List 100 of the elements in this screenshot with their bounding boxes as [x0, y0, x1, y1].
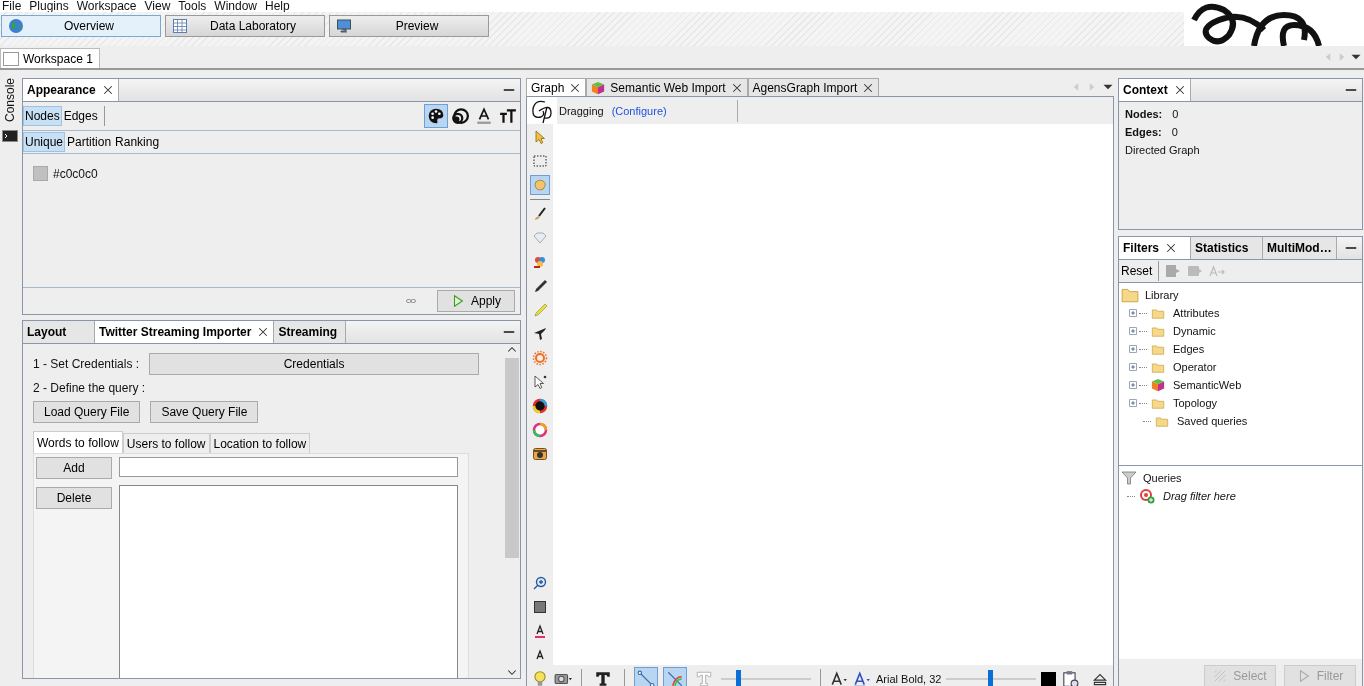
mode-tab[interactable]: Ranking — [113, 132, 162, 152]
query-file-button[interactable]: Save Query File — [150, 401, 259, 423]
perspective-tab[interactable]: Data Laboratory — [165, 15, 325, 37]
folder-icon — [1151, 324, 1165, 338]
close-icon[interactable] — [730, 81, 743, 94]
reset-button[interactable]: Reset — [1121, 264, 1153, 278]
slider-thumb[interactable] — [988, 670, 994, 686]
menu-item[interactable]: Workspace — [76, 0, 137, 12]
menu-item[interactable]: File — [2, 0, 22, 12]
edges-label: Edges: — [1125, 126, 1162, 138]
close-icon[interactable] — [257, 326, 270, 338]
square-icon — [532, 599, 548, 615]
panel-tab[interactable]: Appearance — [23, 79, 119, 101]
paint-icon — [532, 254, 548, 270]
close-icon[interactable] — [862, 81, 875, 94]
property-button[interactable] — [424, 104, 448, 128]
color-swatch[interactable] — [33, 166, 48, 181]
mode-tab[interactable]: Partition — [65, 132, 114, 152]
tree-item[interactable]: Dynamic — [1173, 325, 1216, 337]
credentials-button[interactable]: Credentials — [149, 353, 480, 375]
toggle-button[interactable] — [663, 667, 687, 686]
query-tab[interactable]: Words to follow — [33, 431, 123, 453]
slider-thumb[interactable] — [736, 670, 742, 686]
tree-item[interactable]: SemanticWeb — [1173, 379, 1242, 391]
editor-tab[interactable]: Semantic Web Import — [586, 78, 748, 96]
toggle-button[interactable] — [634, 667, 658, 686]
tree-item[interactable]: Operator — [1173, 361, 1217, 373]
expand-icon[interactable] — [1127, 343, 1139, 355]
close-icon[interactable] — [1165, 242, 1177, 254]
workspace-tab[interactable]: Workspace 1 — [0, 48, 100, 68]
tree-item[interactable]: Queries — [1143, 472, 1182, 484]
brush-icon — [532, 206, 548, 222]
target-tab[interactable]: Edges — [61, 106, 100, 126]
panel-tab[interactable]: Context — [1119, 79, 1191, 101]
close-icon[interactable] — [1173, 84, 1186, 96]
folder-icon — [1151, 306, 1165, 320]
tree-item[interactable]: Edges — [1173, 343, 1205, 355]
mode-tab[interactable]: Unique — [23, 132, 66, 152]
perspective-tab[interactable]: Overview — [1, 15, 161, 37]
perspective-tab[interactable]: Preview — [329, 15, 489, 37]
dashed-rectangle-icon — [532, 153, 548, 169]
apply-button[interactable]: Apply — [437, 290, 515, 312]
tool-button[interactable] — [530, 396, 550, 416]
tree-item[interactable]: Saved queries — [1177, 415, 1248, 427]
slider[interactable] — [721, 670, 811, 686]
palette-icon — [427, 107, 445, 125]
scrollbar-thumb[interactable] — [505, 358, 519, 558]
target-tab[interactable]: Nodes — [23, 106, 62, 126]
slider[interactable] — [946, 670, 1037, 686]
airplane-icon — [532, 326, 548, 342]
expand-icon[interactable] — [1127, 361, 1139, 373]
diamond-icon — [532, 230, 548, 246]
folder-icon — [1151, 360, 1165, 374]
tree-item[interactable]: Attributes — [1173, 307, 1220, 319]
clipboard-icon[interactable] — [1061, 670, 1080, 686]
color-swatch[interactable] — [1041, 671, 1057, 686]
tree-item[interactable]: Topology — [1173, 397, 1218, 409]
delete-button[interactable]: Delete — [36, 487, 112, 509]
terminal-icon[interactable] — [2, 128, 18, 145]
menu-item[interactable]: View — [144, 0, 171, 12]
query-file-button[interactable]: Load Query File — [33, 401, 141, 423]
menu-item[interactable]: Plugins — [29, 0, 69, 12]
panel-tab[interactable]: Filters — [1119, 237, 1191, 259]
menu-item[interactable]: Help — [265, 0, 290, 12]
editor-tab[interactable]: Graph — [526, 78, 587, 96]
panel-tab[interactable]: Streaming — [274, 321, 347, 343]
panel-tab[interactable]: Twitter Streaming Importer — [95, 321, 275, 343]
add-button[interactable]: Add — [36, 457, 112, 479]
color-ring-icon — [532, 398, 548, 414]
tree-item[interactable]: Library — [1145, 289, 1179, 301]
edges-count: 0 — [1171, 126, 1178, 138]
highlighter-icon — [532, 302, 548, 318]
rainbow-edge-icon — [666, 670, 684, 686]
panel-tab[interactable]: Statistics — [1191, 237, 1263, 259]
menu-item[interactable]: Tools — [178, 0, 207, 12]
font-color-icon — [532, 623, 548, 639]
nodes-label: Nodes: — [1125, 108, 1163, 120]
editor-tab[interactable]: AgensGraph Import — [747, 78, 880, 96]
expand-icon[interactable] — [1127, 397, 1139, 409]
bold-text-icon — [594, 670, 612, 686]
close-icon[interactable] — [569, 81, 582, 94]
expand-icon[interactable] — [1127, 325, 1139, 337]
panel-tab[interactable]: Layout — [23, 321, 95, 343]
expand-icon[interactable] — [1127, 307, 1139, 319]
outline-text-icon — [695, 670, 713, 686]
configure-link[interactable]: (Configure) — [611, 104, 667, 117]
folder-icon — [1151, 396, 1165, 410]
console-tab[interactable]: Console — [3, 78, 17, 123]
sun-icon — [532, 350, 548, 366]
font-caret-icon[interactable] — [830, 670, 848, 686]
word-input-field[interactable] — [119, 457, 458, 477]
table-icon — [172, 18, 188, 34]
drop-hint: Drag filter here — [1163, 490, 1236, 502]
font-caret-icon[interactable] — [853, 670, 871, 686]
expand-icon[interactable] — [1127, 379, 1139, 391]
query-tab[interactable]: Users to follow — [122, 433, 210, 453]
panel-tab[interactable]: MultiMod… — [1263, 237, 1337, 259]
query-tab[interactable]: Location to follow — [209, 433, 311, 453]
menu-item[interactable]: Window — [214, 0, 257, 12]
close-icon[interactable] — [101, 84, 114, 96]
